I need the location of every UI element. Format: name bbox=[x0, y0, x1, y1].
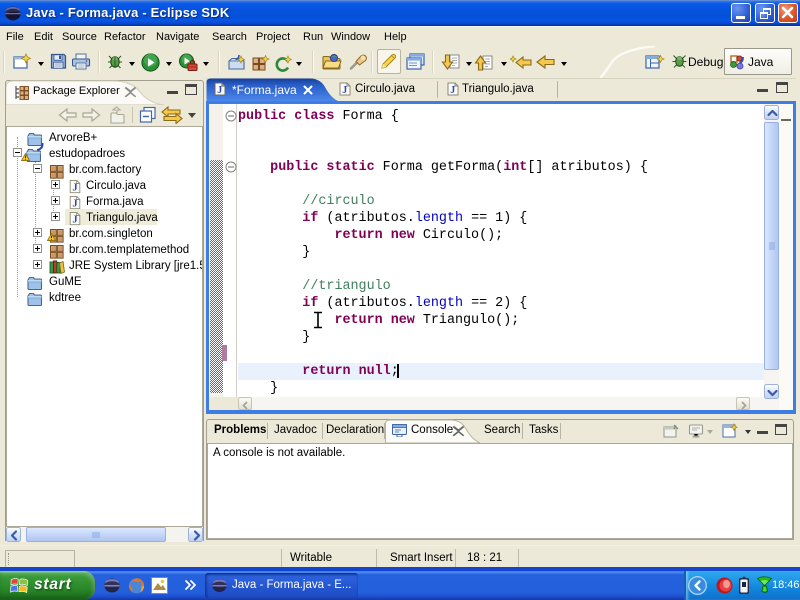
svg-text:J: J bbox=[342, 85, 347, 96]
svg-text:J: J bbox=[217, 85, 222, 96]
svg-text:J: J bbox=[450, 85, 455, 96]
